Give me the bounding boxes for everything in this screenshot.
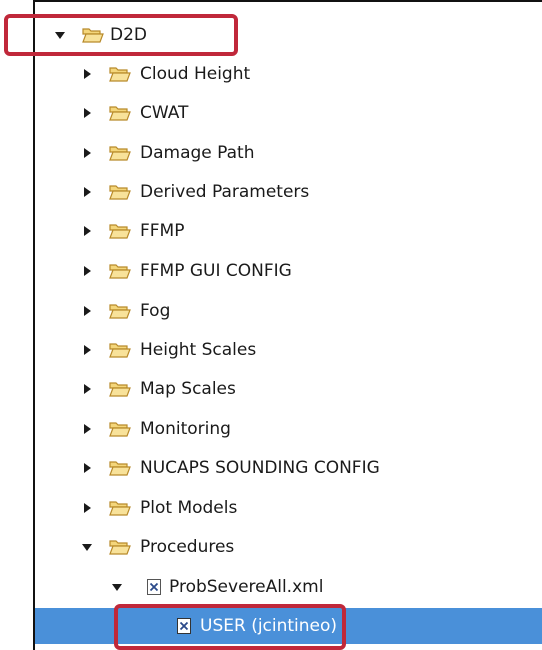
- tree-node-monitoring[interactable]: Monitoring: [35, 410, 542, 448]
- tree-node-label: NUCAPS SOUNDING CONFIG: [140, 458, 380, 478]
- folder-icon: [109, 65, 131, 83]
- tree-node-label: Plot Models: [140, 498, 238, 518]
- chevron-right-icon[interactable]: [80, 185, 94, 199]
- tree-node-label: Cloud Height: [140, 64, 251, 84]
- tree-node-height-scales[interactable]: Height Scales: [35, 331, 542, 369]
- folder-open-icon: [109, 538, 131, 556]
- highlight-box-user: [114, 604, 346, 650]
- tree-panel: D2D Cloud Height CWAT Damage Path Derive…: [0, 0, 542, 650]
- chevron-right-icon[interactable]: [80, 461, 94, 475]
- tree-node-label: Monitoring: [140, 419, 231, 439]
- tree-node-label: ProbSevereAll.xml: [169, 577, 324, 597]
- folder-icon: [109, 499, 131, 517]
- chevron-down-icon[interactable]: [80, 540, 94, 554]
- chevron-down-icon[interactable]: [110, 580, 124, 594]
- folder-icon: [109, 302, 131, 320]
- tree-node-label: CWAT: [140, 103, 189, 123]
- tree-node-label: FFMP GUI CONFIG: [140, 261, 292, 281]
- folder-icon: [109, 104, 131, 122]
- tree-node-cloud-height[interactable]: Cloud Height: [35, 55, 542, 93]
- tree-node-label: Derived Parameters: [140, 182, 310, 202]
- chevron-right-icon[interactable]: [80, 422, 94, 436]
- folder-icon: [109, 262, 131, 280]
- panel-top-border: [33, 0, 542, 2]
- folder-icon: [109, 341, 131, 359]
- tree-node-damage-path[interactable]: Damage Path: [35, 134, 542, 172]
- tree-node-cwat[interactable]: CWAT: [35, 94, 542, 132]
- tree-node-plot-models[interactable]: Plot Models: [35, 489, 542, 527]
- tree-node-label: FFMP: [140, 221, 185, 241]
- folder-icon: [109, 459, 131, 477]
- folder-icon: [109, 183, 131, 201]
- tree-node-label: Damage Path: [140, 143, 255, 163]
- tree-node-derived-parameters[interactable]: Derived Parameters: [35, 173, 542, 211]
- tree-node-ffmp-gui-config[interactable]: FFMP GUI CONFIG: [35, 252, 542, 290]
- tree-node-ffmp[interactable]: FFMP: [35, 212, 542, 250]
- tree-node-nucaps-sounding-config[interactable]: NUCAPS SOUNDING CONFIG: [35, 449, 542, 487]
- chevron-right-icon[interactable]: [80, 146, 94, 160]
- chevron-right-icon[interactable]: [80, 304, 94, 318]
- chevron-right-icon[interactable]: [80, 224, 94, 238]
- chevron-right-icon[interactable]: [80, 382, 94, 396]
- chevron-right-icon[interactable]: [80, 264, 94, 278]
- tree-node-label: Height Scales: [140, 340, 257, 360]
- highlight-box-d2d: [4, 14, 238, 56]
- xml-file-icon: [147, 579, 161, 595]
- tree-node-label: Fog: [140, 301, 171, 321]
- tree-node-label: Procedures: [140, 537, 235, 557]
- tree-node-probsevereall-xml[interactable]: ProbSevereAll.xml: [35, 568, 542, 606]
- tree-node-label: Map Scales: [140, 379, 236, 399]
- folder-icon: [109, 222, 131, 240]
- folder-icon: [109, 420, 131, 438]
- tree-node-map-scales[interactable]: Map Scales: [35, 370, 542, 408]
- chevron-right-icon[interactable]: [80, 67, 94, 81]
- tree-node-procedures[interactable]: Procedures: [35, 528, 542, 566]
- folder-icon: [109, 380, 131, 398]
- tree-node-fog[interactable]: Fog: [35, 292, 542, 330]
- chevron-right-icon[interactable]: [80, 106, 94, 120]
- chevron-right-icon[interactable]: [80, 343, 94, 357]
- folder-icon: [109, 144, 131, 162]
- chevron-right-icon[interactable]: [80, 501, 94, 515]
